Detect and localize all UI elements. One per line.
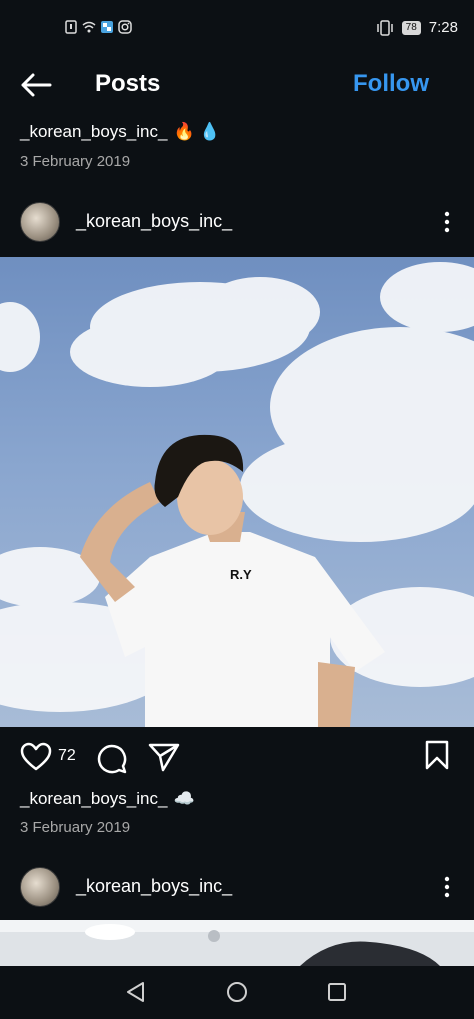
post-username[interactable]: _korean_boys_inc_ xyxy=(76,876,232,897)
sim-icon xyxy=(65,20,77,34)
recents-nav-icon[interactable] xyxy=(327,982,347,1002)
post-image[interactable] xyxy=(0,920,474,966)
post-date: 3 February 2019 xyxy=(20,819,131,836)
back-nav-icon[interactable] xyxy=(125,981,147,1003)
caption-username[interactable]: _korean_boys_inc_ xyxy=(20,122,167,142)
photo-scene xyxy=(0,920,474,966)
post-caption: _korean_boys_inc_ ☁️ xyxy=(20,789,195,809)
caption-emoji: ☁️ xyxy=(173,789,195,808)
avatar[interactable] xyxy=(20,202,60,242)
back-arrow-icon[interactable] xyxy=(20,72,52,98)
caption-emoji: 🔥 💧 xyxy=(173,122,221,141)
post-actions: 72 xyxy=(0,738,474,778)
follow-button[interactable]: Follow xyxy=(353,70,429,98)
more-options-icon[interactable] xyxy=(444,876,450,898)
bookmark-icon[interactable] xyxy=(424,740,450,770)
caption-username[interactable]: _korean_boys_inc_ xyxy=(20,789,167,809)
app-notification-icon xyxy=(101,21,113,33)
post-image[interactable]: R.Y xyxy=(0,257,474,727)
comment-icon[interactable] xyxy=(96,742,128,774)
battery-icon: 78 xyxy=(401,20,421,35)
photo-scene: R.Y xyxy=(0,262,474,727)
post-date: 3 February 2019 xyxy=(20,153,131,170)
page-title: Posts xyxy=(95,70,161,97)
status-right: 78 7:28 xyxy=(376,19,458,36)
status-left-icons xyxy=(64,20,132,34)
clock: 7:28 xyxy=(428,19,458,36)
like-count[interactable]: 72 xyxy=(58,747,76,765)
share-icon[interactable] xyxy=(148,742,180,772)
system-nav-bar xyxy=(0,966,474,1019)
instagram-icon xyxy=(118,20,132,34)
more-options-icon[interactable] xyxy=(444,211,450,233)
home-nav-icon[interactable] xyxy=(226,981,248,1003)
heart-icon[interactable] xyxy=(20,742,52,772)
vibrate-icon xyxy=(376,19,393,36)
status-bar: 78 7:28 xyxy=(0,0,474,58)
post-username[interactable]: _korean_boys_inc_ xyxy=(76,211,232,232)
top-app-bar: Posts Follow xyxy=(0,58,474,112)
avatar[interactable] xyxy=(20,867,60,907)
wifi-icon xyxy=(82,21,96,33)
shirt-print: R.Y xyxy=(230,567,252,582)
post-caption: _korean_boys_inc_ 🔥 💧 xyxy=(20,122,221,142)
